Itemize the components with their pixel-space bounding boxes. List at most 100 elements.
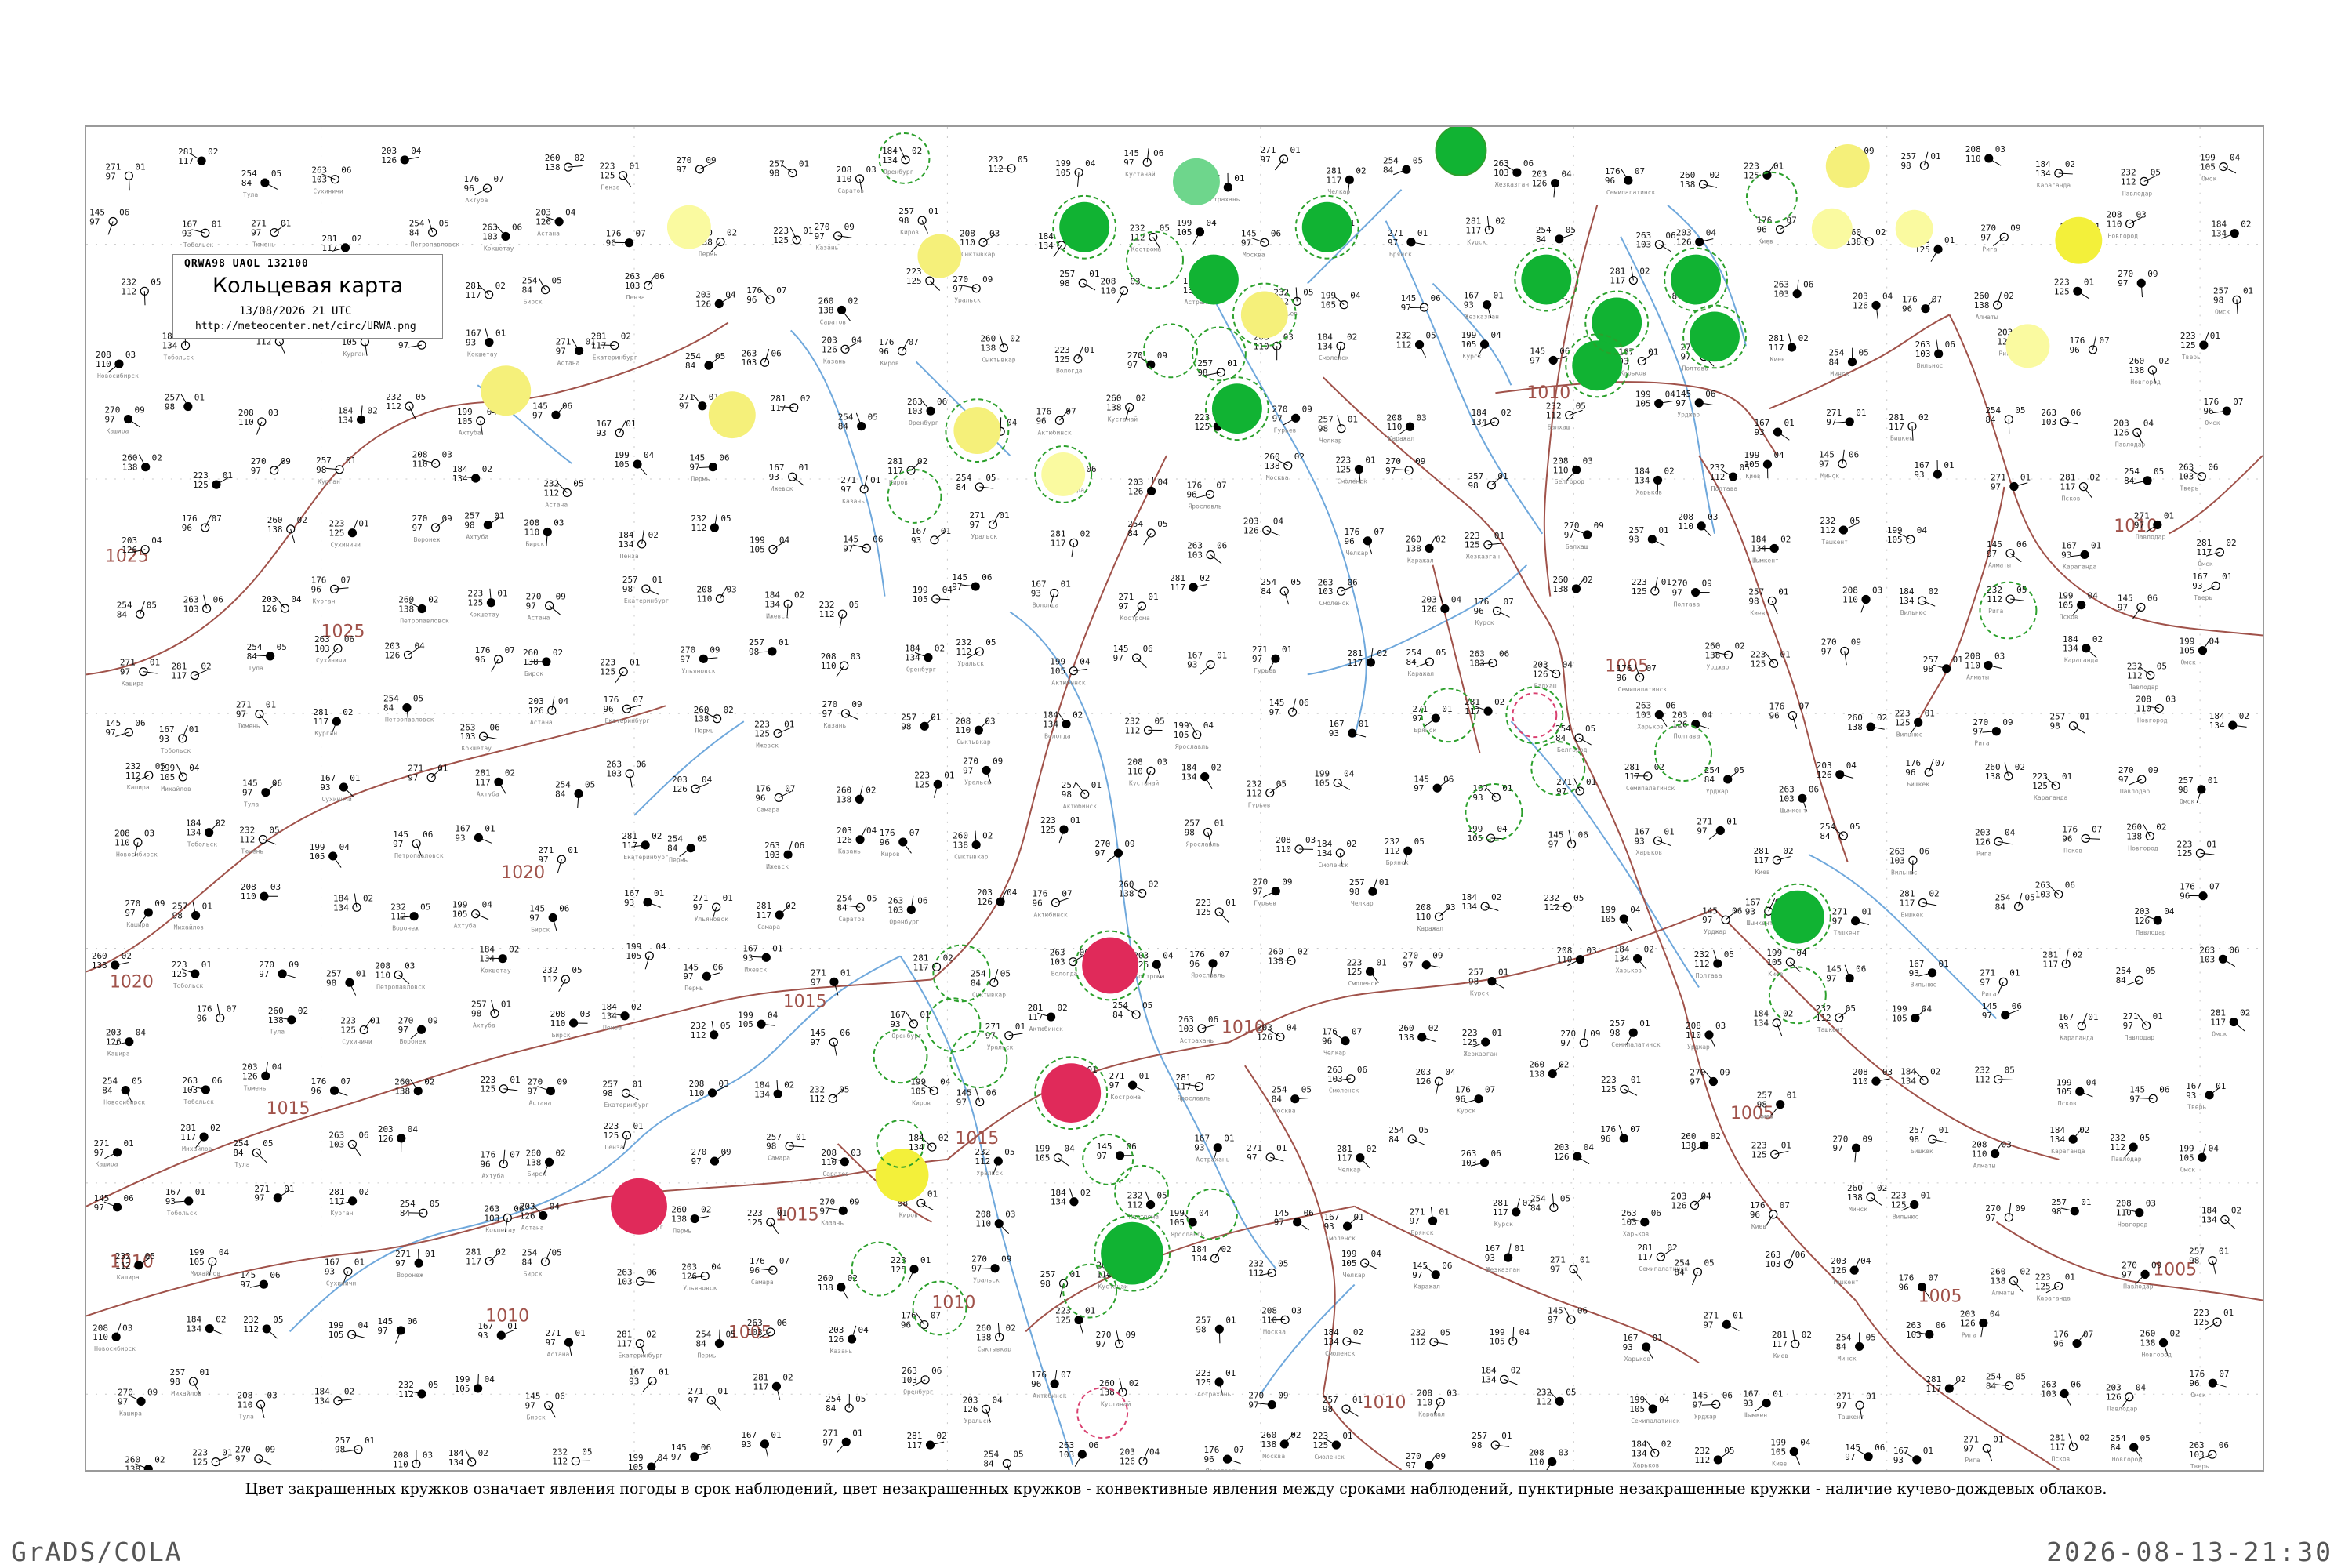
station-plot: 260 02138 [1268, 946, 1308, 966]
pressure-tendency: 01 [437, 764, 448, 774]
station-plot: 232 05112Брянск [1385, 837, 1425, 866]
dewpoint-value: 125 [480, 1084, 495, 1094]
dewpoint-value: 105 [614, 459, 630, 470]
dewpoint-value: 97 [556, 346, 566, 356]
pressure-tendency: 06 [1523, 158, 1534, 169]
cloud-cover-symbol [644, 951, 654, 960]
station-name: Пермь [684, 985, 703, 992]
station-plot: 20304126 [261, 594, 302, 614]
cloud-cover-symbol [256, 1399, 266, 1409]
pressure-tendency: 01 [281, 219, 291, 229]
station-name: Ярославль [1175, 743, 1209, 750]
station-name: Тула [244, 801, 259, 808]
pressure-tendency: 06 [1088, 1440, 1098, 1450]
station-name: Екатеринбург [618, 1352, 663, 1359]
pressure-tendency: 04 [1287, 1023, 1298, 1033]
pressure-tendency: 01 [135, 162, 145, 172]
pressure-tendency: 01 [284, 1184, 294, 1194]
pressure-tendency: 05 [585, 779, 595, 789]
pressure-tendency: 02 [1802, 1330, 1812, 1340]
station-name: Ахтуба [466, 196, 488, 204]
pressure-tendency: 03 [989, 228, 1000, 238]
dewpoint-value: 112 [2127, 670, 2143, 681]
dewpoint-value: 93 [2058, 1022, 2068, 1032]
station-plot: 203 04126Ташкент [1831, 1256, 1871, 1286]
station-plot: 2700997 [691, 1147, 731, 1167]
wind-barb [332, 855, 342, 868]
dewpoint-value: 98 [326, 978, 336, 988]
pressure-tendency: 01 [630, 658, 640, 668]
dewpoint-value: 125 [600, 667, 615, 677]
dewpoint-value: 117 [466, 290, 481, 300]
station-plot: 260 02138 [836, 785, 876, 804]
dewpoint-value: 125 [604, 1131, 619, 1141]
cloud-cover-symbol [554, 217, 564, 227]
pressure-tendency: 01 [1359, 719, 1369, 729]
station-plot: 20803110 [238, 408, 278, 435]
dewpoint-value: 98 [1923, 664, 1933, 674]
dewpoint-value: 138 [1268, 956, 1283, 966]
dewpoint-value: 105 [457, 416, 473, 426]
station-name: Шымкент [1752, 557, 1779, 564]
station-name: Уральск [964, 779, 991, 786]
dewpoint-value: 105 [1341, 1258, 1357, 1269]
station-plot: 20803110Белгород [1553, 456, 1593, 485]
dewpoint-value: 105 [1635, 399, 1651, 409]
pressure-tendency: 07 [212, 514, 222, 524]
dewpoint-value: 112 [1820, 525, 1835, 535]
station-plot: 2570198 [1196, 1315, 1236, 1344]
dewpoint-value: 110 [2107, 219, 2122, 229]
station-plot: 1670193 [741, 1430, 782, 1458]
dewpoint-value: 117 [913, 962, 929, 972]
dewpoint-value: 97 [953, 284, 963, 294]
pressure-tendency: 05 [1704, 1258, 1714, 1268]
pressure-tendency: 04 [408, 1124, 419, 1134]
dewpoint-value: 98 [1059, 278, 1069, 289]
station-plot: 22301125 [2176, 839, 2216, 858]
station-plot: 184 02134Пенза [601, 1002, 641, 1032]
cloud-cover-symbol [2005, 549, 2015, 558]
dewpoint-value: 84 [837, 902, 848, 913]
dewpoint-value: 97 [236, 710, 246, 720]
station-plot: 167 0193Тверь [2192, 572, 2232, 601]
pressure-tendency: 05 [2146, 966, 2156, 976]
pressure-tendency: 01 [803, 226, 813, 236]
dewpoint-value: 126 [1532, 179, 1548, 189]
station-plot: 18402134 [1900, 1066, 1940, 1086]
station-plot: 20304126 [385, 641, 426, 660]
station-plot: 232 05112Павлодар [2127, 661, 2167, 691]
pressure-tendency: 02 [1491, 892, 1501, 902]
dewpoint-value: 126 [1415, 1076, 1431, 1087]
dewpoint-value: 98 [1909, 1134, 1919, 1145]
pressure-tendency: 09 [289, 960, 299, 970]
dewpoint-value: 126 [1554, 1152, 1570, 1162]
dewpoint-value: 98 [165, 402, 175, 412]
dewpoint-value: 125 [1054, 354, 1070, 365]
station-plot: 20304126 [381, 146, 422, 165]
pressure-tendency: 01 [632, 1079, 642, 1089]
pressure-tendency: 01 [1939, 959, 1949, 969]
station-plot: 2570198 [335, 1436, 375, 1455]
station-name: Екатеринбург [604, 717, 650, 724]
pressure-tendency: 04 [2136, 1383, 2147, 1393]
dewpoint-value: 105 [1174, 730, 1189, 740]
dewpoint-value: 97 [677, 165, 687, 175]
dewpoint-value: 126 [1533, 670, 1548, 680]
station-name: Павлодар [2123, 1283, 2154, 1290]
dewpoint-value: 125 [1196, 907, 1211, 917]
dewpoint-value: 84 [1406, 657, 1417, 667]
dewpoint-value: 112 [1544, 902, 1559, 913]
dewpoint-value: 125 [2194, 1317, 2209, 1327]
station-plot: 223 01125Пенза [604, 1121, 644, 1151]
station-name: Тобольск [167, 1209, 198, 1217]
dewpoint-value: 110 [1557, 955, 1573, 965]
cloud-cover-symbol [2001, 1011, 2010, 1020]
station-plot: 270 0997Казань [815, 222, 855, 252]
pressure-tendency: 06 [1127, 1142, 1137, 1152]
dewpoint-value: 134 [162, 341, 178, 351]
dewpoint-value: 105 [1887, 535, 1903, 545]
station-plot: 203 04126Казань [837, 826, 877, 855]
wind-barb [1058, 712, 1067, 724]
pressure-tendency: 05 [849, 600, 859, 610]
source-url[interactable]: http://meteocenter.net/circ/URWA.png [195, 321, 416, 332]
